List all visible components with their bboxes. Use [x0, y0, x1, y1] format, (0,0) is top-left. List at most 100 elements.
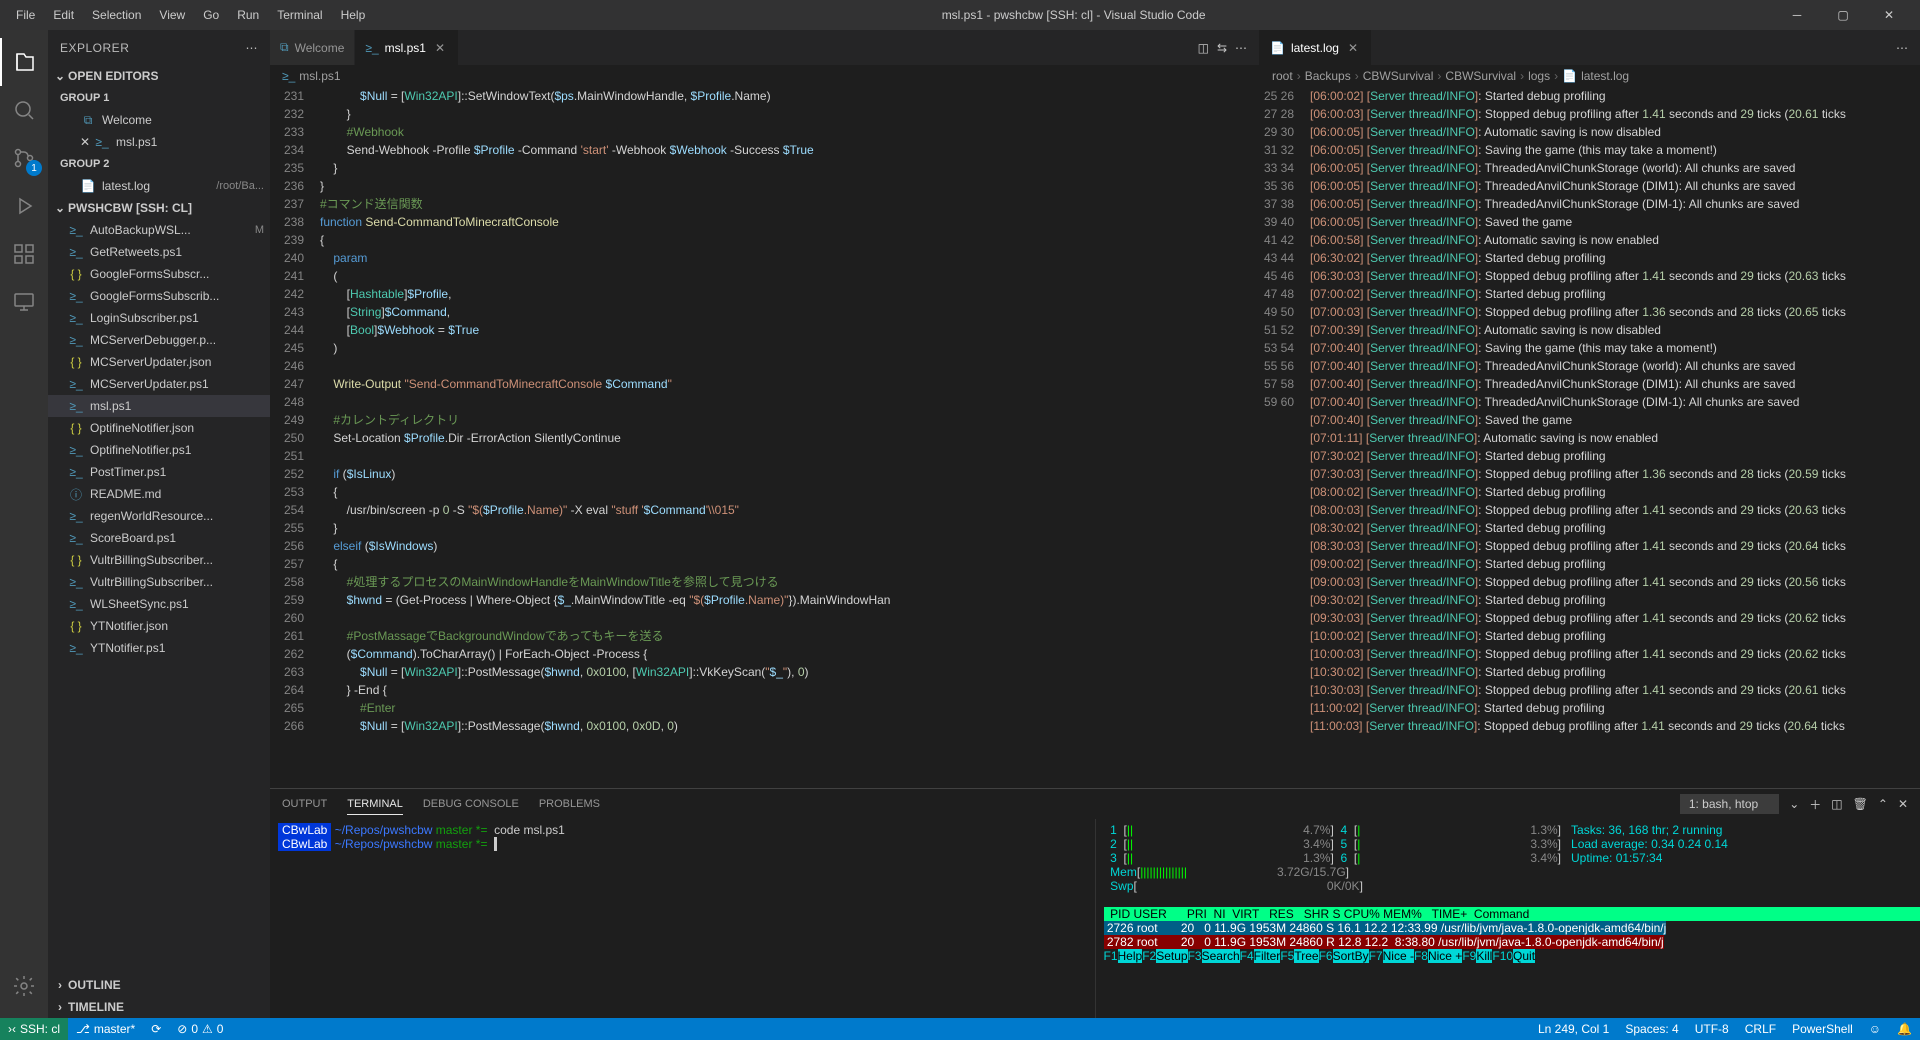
explorer-icon[interactable] [0, 38, 48, 86]
extensions-icon[interactable] [0, 230, 48, 278]
status-position[interactable]: Ln 249, Col 1 [1530, 1018, 1617, 1040]
file-item[interactable]: { }OptifineNotifier.json [48, 417, 270, 439]
menu-edit[interactable]: Edit [45, 4, 82, 26]
sidebar-more-icon[interactable]: ⋯ [246, 41, 259, 55]
panel-tab-terminal[interactable]: TERMINAL [347, 794, 403, 815]
close-panel-icon[interactable]: ✕ [1898, 797, 1908, 811]
editor-tabs-left: ⧉Welcome ≥_msl.ps1✕ ◫ ⇆ ⋯ [270, 30, 1259, 65]
menu-go[interactable]: Go [195, 4, 227, 26]
file-item[interactable]: ≥_OptifineNotifier.ps1 [48, 439, 270, 461]
bottom-panel: OUTPUT TERMINAL DEBUG CONSOLE PROBLEMS 1… [270, 788, 1920, 1018]
status-eol[interactable]: CRLF [1737, 1018, 1784, 1040]
activity-bar: 1 [0, 30, 48, 1018]
menu-selection[interactable]: Selection [84, 4, 149, 26]
tab-welcome[interactable]: ⧉Welcome [270, 30, 355, 65]
editor-pane-left: ⧉Welcome ≥_msl.ps1✕ ◫ ⇆ ⋯ ≥_msl.ps1 231 … [270, 30, 1260, 788]
more-icon[interactable]: ⋯ [1235, 41, 1247, 55]
file-item[interactable]: { }VultrBillingSubscriber... [48, 549, 270, 571]
menu-terminal[interactable]: Terminal [269, 4, 330, 26]
terminal-left[interactable]: CBwLab ~/Repos/pwshcbw master *= code ms… [270, 819, 1096, 1018]
file-item[interactable]: ≥_WLSheetSync.ps1 [48, 593, 270, 615]
panel-tab-problems[interactable]: PROBLEMS [539, 794, 600, 814]
breadcrumb-right[interactable]: root› Backups› CBWSurvival› CBWSurvival›… [1260, 65, 1920, 87]
maximize-panel-icon[interactable]: ⌃ [1878, 797, 1888, 811]
file-item[interactable]: ≥_regenWorldResource... [48, 505, 270, 527]
terminal-right-htop[interactable]: 1 [||4.7%] 2 [||3.4%] 3 [||1.3%] 4 [|1.3… [1096, 819, 1920, 1018]
open-editors-header[interactable]: ⌄OPEN EDITORS [48, 65, 270, 87]
code-editor[interactable]: 231 232 233 234 235 236 237 238 239 240 … [270, 87, 1259, 788]
panel-tab-output[interactable]: OUTPUT [282, 794, 327, 814]
new-terminal-icon[interactable]: ＋ [1809, 796, 1821, 813]
file-item[interactable]: ≥_VultrBillingSubscriber... [48, 571, 270, 593]
terminal-dropdown-icon[interactable]: ⌄ [1789, 797, 1799, 811]
file-item[interactable]: { }YTNotifier.json [48, 615, 270, 637]
diff-icon[interactable]: ⇆ [1217, 41, 1227, 55]
open-editor-msl[interactable]: ✕≥_msl.ps1 [48, 131, 270, 153]
more-icon[interactable]: ⋯ [1896, 41, 1908, 55]
maximize-button[interactable]: ▢ [1820, 0, 1866, 30]
sidebar: EXPLORER⋯ ⌄OPEN EDITORS GROUP 1 ⧉Welcome… [48, 30, 270, 1018]
panel-tab-debug[interactable]: DEBUG CONSOLE [423, 794, 519, 814]
editor-pane-right: 📄latest.log✕ ⋯ root› Backups› CBWSurviva… [1260, 30, 1920, 788]
breadcrumb-left[interactable]: ≥_msl.ps1 [270, 65, 1259, 87]
window-title: msl.ps1 - pwshcbw [SSH: cl] - Visual Stu… [373, 8, 1774, 22]
file-item[interactable]: ≥_YTNotifier.ps1 [48, 637, 270, 659]
file-item[interactable]: { }GoogleFormsSubscr... [48, 263, 270, 285]
file-item[interactable]: ≥_MCServerDebugger.p... [48, 329, 270, 351]
status-language[interactable]: PowerShell [1784, 1018, 1861, 1040]
menu-run[interactable]: Run [229, 4, 267, 26]
status-sync[interactable]: ⟳ [143, 1018, 169, 1040]
file-item[interactable]: ≥_msl.ps1 [48, 395, 270, 417]
file-item[interactable]: ⓘREADME.md [48, 483, 270, 505]
split-editor-icon[interactable]: ◫ [1198, 41, 1209, 55]
group-2: GROUP 2 [48, 153, 270, 175]
file-item[interactable]: ≥_PostTimer.ps1 [48, 461, 270, 483]
file-item[interactable]: ≥_MCServerUpdater.ps1 [48, 373, 270, 395]
window-controls: ─ ▢ ✕ [1774, 0, 1912, 30]
status-encoding[interactable]: UTF-8 [1687, 1018, 1737, 1040]
minimap[interactable] [1239, 87, 1259, 788]
group-1: GROUP 1 [48, 87, 270, 109]
file-item[interactable]: ≥_GetRetweets.ps1 [48, 241, 270, 263]
menu-file[interactable]: File [8, 4, 43, 26]
tab-msl[interactable]: ≥_msl.ps1✕ [355, 30, 459, 65]
scm-badge: 1 [26, 160, 42, 176]
status-branch[interactable]: ⎇ master* [68, 1018, 143, 1040]
menu-view[interactable]: View [151, 4, 193, 26]
minimize-button[interactable]: ─ [1774, 0, 1820, 30]
file-item[interactable]: { }MCServerUpdater.json [48, 351, 270, 373]
search-icon[interactable] [0, 86, 48, 134]
open-editor-welcome[interactable]: ⧉Welcome [48, 109, 270, 131]
kill-terminal-icon[interactable]: 🗑 [1853, 797, 1868, 811]
close-button[interactable]: ✕ [1866, 0, 1912, 30]
settings-gear-icon[interactable] [0, 962, 48, 1010]
menu-help[interactable]: Help [333, 4, 374, 26]
titlebar: File Edit Selection View Go Run Terminal… [0, 0, 1920, 30]
sidebar-title: EXPLORER⋯ [48, 30, 270, 65]
editor-tabs-right: 📄latest.log✕ ⋯ [1260, 30, 1920, 65]
file-item[interactable]: ≥_LoginSubscriber.ps1 [48, 307, 270, 329]
menubar: File Edit Selection View Go Run Terminal… [8, 4, 373, 26]
file-item[interactable]: ≥_ScoreBoard.ps1 [48, 527, 270, 549]
open-editor-latest[interactable]: 📄latest.log/root/Ba... [48, 175, 270, 197]
run-debug-icon[interactable] [0, 182, 48, 230]
workspace-header[interactable]: ⌄PWSHCBW [SSH: CL] [48, 197, 270, 219]
outline-header[interactable]: ›OUTLINE [48, 974, 270, 996]
status-remote[interactable]: ›‹ SSH: cl [0, 1018, 68, 1040]
status-bar: ›‹ SSH: cl ⎇ master* ⟳ ⊘ 0 ⚠ 0 Ln 249, C… [0, 1018, 1920, 1040]
split-terminal-icon[interactable]: ◫ [1831, 797, 1842, 811]
source-control-icon[interactable]: 1 [0, 134, 48, 182]
timeline-header[interactable]: ›TIMELINE [48, 996, 270, 1018]
status-spaces[interactable]: Spaces: 4 [1617, 1018, 1686, 1040]
close-icon[interactable]: ✕ [1345, 41, 1361, 55]
file-item[interactable]: ≥_GoogleFormsSubscrib... [48, 285, 270, 307]
tab-latest[interactable]: 📄latest.log✕ [1260, 30, 1372, 65]
status-feedback-icon[interactable]: ☺ [1861, 1018, 1889, 1040]
status-errors[interactable]: ⊘ 0 ⚠ 0 [169, 1018, 231, 1040]
log-viewer[interactable]: 25 26 27 28 29 30 31 32 33 34 35 36 37 3… [1260, 87, 1920, 788]
remote-explorer-icon[interactable] [0, 278, 48, 326]
terminal-select[interactable]: 1: bash, htop [1680, 794, 1779, 814]
status-bell-icon[interactable]: 🔔 [1889, 1018, 1920, 1040]
close-icon[interactable]: ✕ [432, 41, 448, 55]
file-item[interactable]: ≥_AutoBackupWSL...M [48, 219, 270, 241]
